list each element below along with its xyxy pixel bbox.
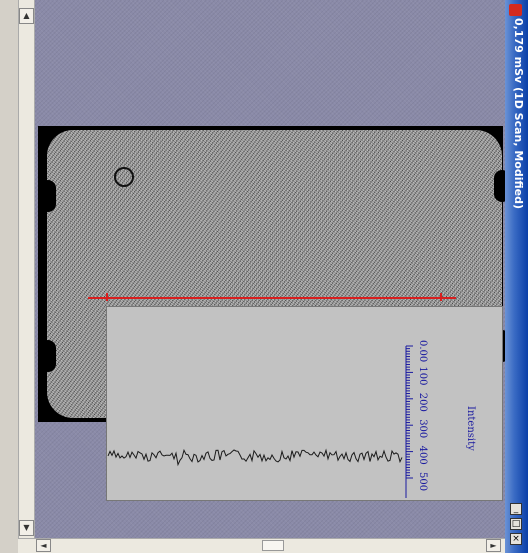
- marker-circle: [114, 167, 134, 187]
- scroll-left-button[interactable]: ◄: [36, 539, 51, 552]
- scroll-left-icon: ◄: [40, 541, 47, 550]
- scroll-right-button[interactable]: ►: [486, 539, 501, 552]
- plate-notch: [40, 180, 56, 212]
- scroll-up-button[interactable]: ▲: [19, 8, 34, 24]
- close-icon: ×: [512, 534, 520, 544]
- scan-line-start-handle[interactable]: [106, 293, 108, 301]
- intensity-tick-label: 100: [417, 366, 428, 385]
- scroll-up-icon: ▲: [23, 11, 30, 20]
- intensity-tick-labels: 0.00 100 200 300 400 500: [417, 340, 428, 491]
- restore-icon: □: [511, 519, 521, 529]
- intensity-tick-label: 500: [417, 472, 428, 491]
- intensity-axis-ticks: [406, 345, 413, 479]
- close-button[interactable]: ×: [510, 533, 522, 545]
- intensity-profile-line: [107, 448, 403, 467]
- scroll-down-icon: ▼: [23, 523, 30, 532]
- window-title-bar[interactable]: 0,179 mSv (1D Scan, Modified): [505, 0, 528, 553]
- scroll-right-icon: ►: [490, 541, 497, 550]
- vertical-scrollbar[interactable]: [18, 0, 35, 538]
- restore-button[interactable]: □: [510, 518, 522, 530]
- app-icon[interactable]: [509, 4, 522, 16]
- scan-line-end-handle[interactable]: [440, 293, 442, 301]
- window-title: 0,179 mSv (1D Scan, Modified): [512, 18, 525, 210]
- intensity-axis-title: Intensity: [465, 406, 476, 451]
- intensity-tick-label: 200: [417, 393, 428, 412]
- intensity-profile-chart: 0.00 100 200 300 400 500 Intensity: [107, 340, 476, 498]
- intensity-tick-label: 400: [417, 446, 428, 465]
- scan-line[interactable]: [88, 297, 456, 299]
- intensity-tick-label: 300: [417, 419, 428, 438]
- minimize-icon: _: [513, 504, 519, 514]
- plate-notch: [40, 340, 56, 372]
- intensity-tick-label: 0.00: [417, 340, 428, 362]
- horizontal-scroll-thumb[interactable]: [262, 540, 284, 551]
- scroll-down-button[interactable]: ▼: [19, 520, 34, 536]
- minimize-button[interactable]: _: [510, 503, 522, 515]
